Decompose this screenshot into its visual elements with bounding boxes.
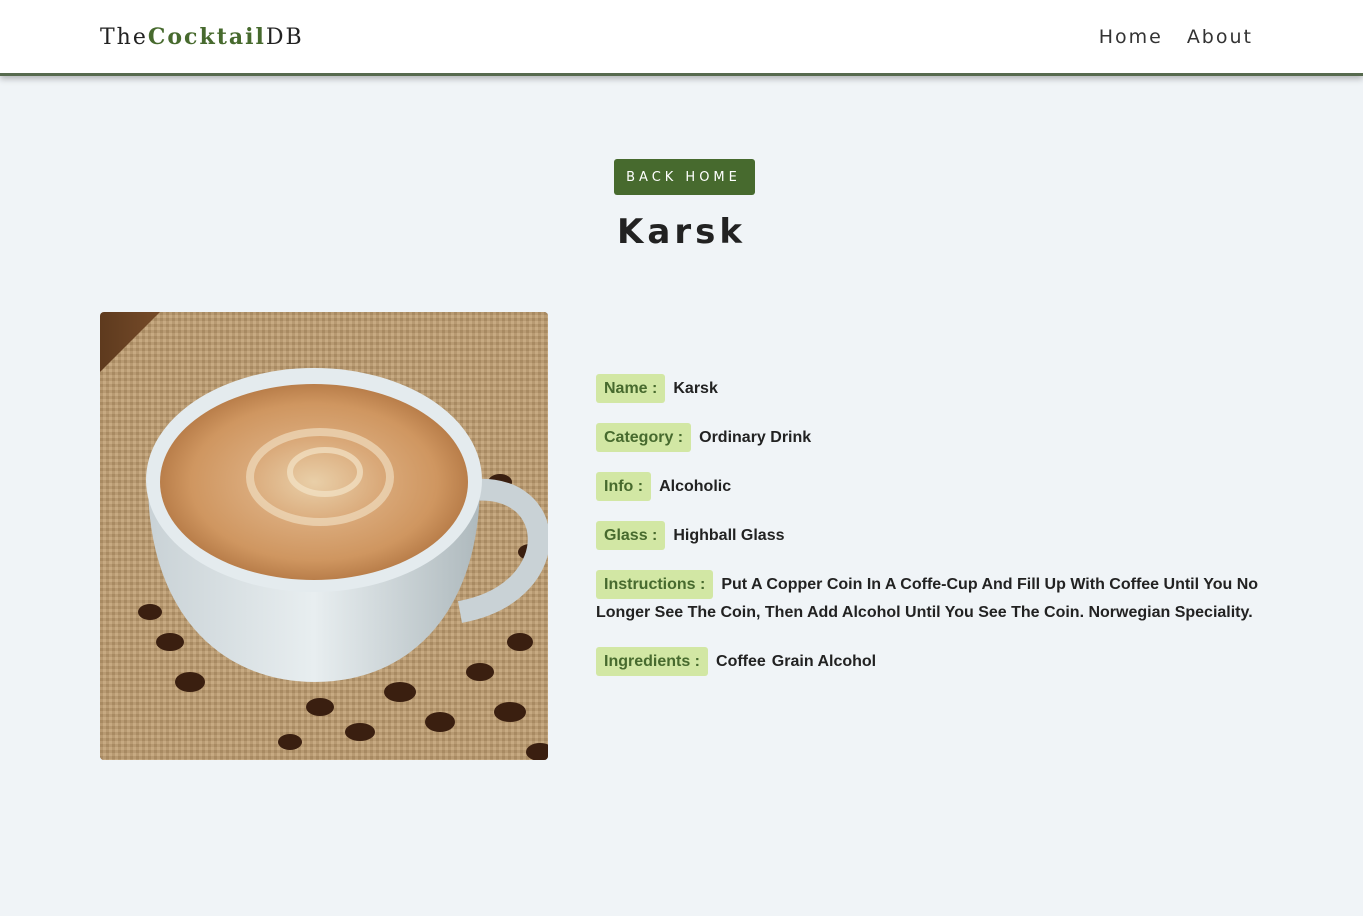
back-home-button[interactable]: Back Home	[614, 159, 755, 195]
info-row-category: Category : Ordinary Drink	[596, 423, 1266, 452]
drink-image	[100, 312, 548, 760]
label-ingredients: Ingredients :	[596, 647, 709, 676]
info-row-info: Info : Alcoholic	[596, 472, 1266, 501]
value-info: Alcoholic	[659, 478, 732, 495]
info-row-glass: Glass : Highball Glass	[596, 521, 1266, 550]
label-glass: Glass :	[596, 521, 666, 550]
logo-prefix: The	[100, 25, 148, 50]
navbar: TheCocktailDB Home About	[0, 0, 1363, 76]
label-name: Name :	[596, 374, 666, 403]
value-category: Ordinary Drink	[699, 429, 812, 446]
info-row-ingredients: Ingredients : Coffee Grain Alcohol	[596, 647, 1266, 676]
ingredient-item: Grain Alcohol	[771, 653, 877, 670]
drink-info: Name : Karsk Category : Ordinary Drink Inf…	[596, 374, 1266, 696]
label-category: Category :	[596, 423, 692, 452]
info-row-instructions: Instructions : Put A Copper Coin In A Cof…	[596, 570, 1266, 627]
logo-suffix: DB	[265, 25, 304, 50]
page-title: Karsk	[617, 212, 746, 252]
nav-link-home[interactable]: Home	[1099, 26, 1163, 48]
label-instructions: Instructions :	[596, 570, 714, 599]
info-row-name: Name : Karsk	[596, 374, 1266, 403]
nav-link-about[interactable]: About	[1187, 26, 1253, 48]
value-name: Karsk	[673, 380, 718, 397]
ingredient-item: Coffee	[716, 653, 766, 670]
logo-brand: Cocktail	[147, 24, 266, 50]
site-logo[interactable]: TheCocktailDB	[100, 24, 304, 50]
value-glass: Highball Glass	[673, 527, 785, 544]
label-info: Info :	[596, 472, 652, 501]
nav-links: Home About	[1099, 26, 1253, 48]
